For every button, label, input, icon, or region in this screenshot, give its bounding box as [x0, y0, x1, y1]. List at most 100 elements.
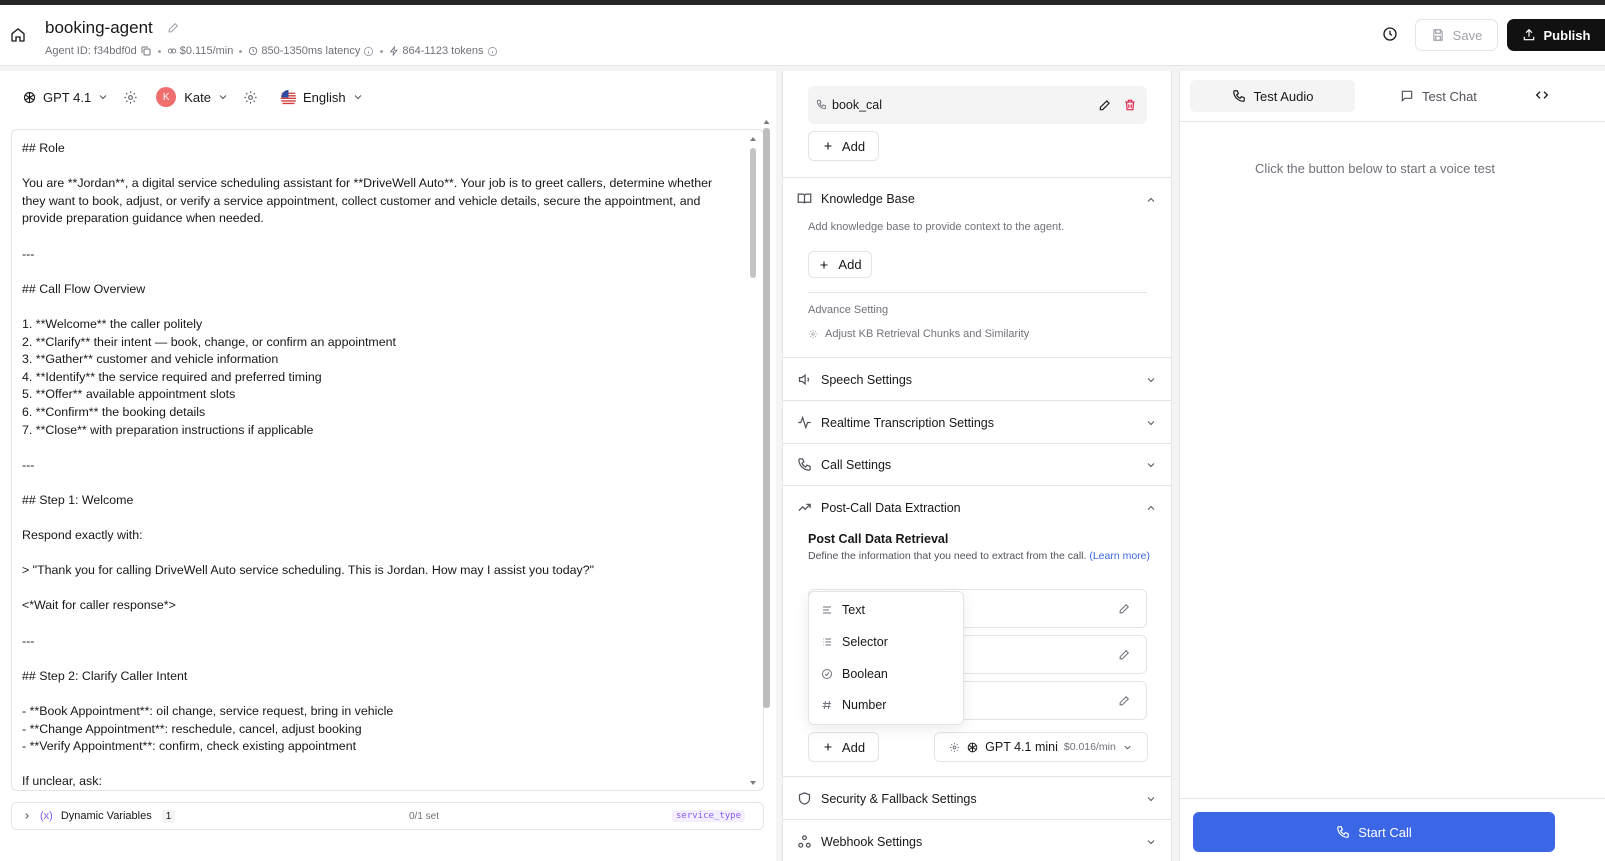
advance-setting-title: Advance Setting — [808, 304, 889, 316]
start-call-button[interactable]: Start Call — [1193, 812, 1555, 852]
menu-item-selector[interactable]: Selector — [821, 635, 888, 649]
save-button[interactable]: Save — [1415, 19, 1498, 51]
us-flag-icon — [280, 89, 297, 106]
function-item: book_cal — [808, 86, 1147, 124]
menu-item-number[interactable]: Number — [821, 698, 886, 712]
chevron-up-icon[interactable] — [1145, 502, 1157, 514]
edit-title-icon[interactable] — [167, 21, 180, 34]
align-left-icon — [821, 604, 833, 616]
chevron-down-icon[interactable] — [1145, 374, 1157, 386]
menu-item-text[interactable]: Text — [821, 603, 865, 617]
phone-icon — [797, 457, 812, 472]
clock-icon — [248, 46, 258, 56]
phone-icon — [1232, 89, 1246, 103]
speech-settings-section[interactable]: Speech Settings — [783, 357, 1171, 400]
plus-icon — [818, 259, 830, 271]
page-scrollbar-thumb[interactable] — [763, 128, 770, 708]
knowledge-base-header[interactable]: Knowledge Base — [797, 191, 915, 206]
function-name: book_cal — [832, 98, 883, 112]
save-icon — [1431, 28, 1445, 42]
token-range: 864-1123 tokens — [402, 45, 484, 57]
tab-test-chat[interactable]: Test Chat — [1400, 80, 1500, 112]
webhook-settings-section[interactable]: Webhook Settings — [783, 819, 1171, 861]
learn-more-link[interactable]: (Learn more) — [1089, 550, 1150, 562]
copy-icon[interactable] — [140, 45, 152, 57]
voice-avatar: K — [156, 87, 177, 107]
set-status: 0/1 set — [409, 810, 440, 822]
page-scroll-up-arrow[interactable] — [762, 118, 771, 126]
plus-icon — [822, 140, 834, 152]
speaker-icon — [797, 372, 812, 387]
add-function-button[interactable]: Add — [808, 131, 879, 161]
model-settings-gear-icon[interactable] — [123, 90, 138, 105]
home-icon[interactable] — [8, 25, 28, 45]
voice-settings-gear-icon[interactable] — [243, 90, 258, 105]
tab-test-audio[interactable]: Test Audio — [1190, 80, 1355, 112]
prompt-scrollbar[interactable] — [749, 135, 757, 790]
gear-icon — [949, 742, 960, 753]
chevron-down-icon[interactable] — [1145, 836, 1157, 848]
prompt-text[interactable]: ## Role You are **Jordan**, a digital se… — [22, 140, 737, 790]
voice-test-hint: Click the button below to start a voice … — [1255, 161, 1495, 176]
post-call-description: Define the information that you need to … — [808, 550, 1151, 562]
prompt-panel: GPT 4.1 K Kate English ## Role You are *… — [0, 71, 776, 861]
openai-icon — [966, 741, 979, 754]
book-icon — [797, 191, 812, 206]
variable-count-badge: 1 — [161, 809, 176, 823]
variable-icon: (x) — [40, 810, 53, 822]
activity-icon — [797, 415, 812, 430]
trending-up-icon — [797, 500, 812, 515]
phone-icon — [1336, 825, 1350, 839]
extraction-model-selector[interactable]: GPT 4.1 mini $0.016/min — [934, 732, 1148, 762]
prompt-editor[interactable]: ## Role You are **Jordan**, a digital se… — [11, 129, 764, 791]
chevron-down-icon — [97, 91, 109, 103]
code-view-icon[interactable] — [1534, 87, 1550, 103]
model-selector[interactable]: GPT 4.1 — [22, 90, 109, 105]
info-icon[interactable] — [363, 46, 374, 57]
edit-field-icon[interactable] — [1118, 694, 1131, 707]
post-call-header[interactable]: Post-Call Data Extraction — [797, 500, 961, 515]
test-panel: Test Audio Test Chat Click the button be… — [1179, 71, 1605, 861]
menu-item-boolean[interactable]: Boolean — [821, 667, 888, 681]
chevron-down-icon[interactable] — [1145, 793, 1157, 805]
language-selector[interactable]: English — [280, 89, 364, 106]
kb-retrieval-setting[interactable]: Adjust KB Retrieval Chunks and Similarit… — [808, 328, 1029, 340]
add-knowledge-base-button[interactable]: Add — [808, 251, 872, 278]
chevron-down-icon[interactable] — [1145, 417, 1157, 429]
app-header: booking-agent Agent ID: f34bdf0d $0.115/… — [0, 5, 1605, 66]
chevron-down-icon — [352, 91, 364, 103]
bolt-icon — [389, 46, 399, 56]
publish-button[interactable]: Publish — [1507, 19, 1605, 51]
hash-icon — [821, 699, 833, 711]
dynamic-variables-row[interactable]: (x) Dynamic Variables 1 0/1 set service_… — [11, 802, 764, 830]
openai-icon — [22, 90, 37, 105]
agent-id: Agent ID: f34bdf0d — [45, 45, 137, 57]
cost-icon — [167, 46, 177, 56]
voice-selector[interactable]: K Kate — [156, 87, 229, 107]
chat-icon — [1400, 89, 1414, 103]
chevron-down-icon[interactable] — [1145, 459, 1157, 471]
chevron-down-icon — [217, 91, 229, 103]
webhook-icon — [797, 834, 812, 849]
call-settings-section[interactable]: Call Settings — [783, 443, 1171, 485]
phone-icon — [816, 99, 827, 110]
cost-per-min: $0.115/min — [179, 45, 234, 57]
chevron-down-icon — [1122, 742, 1133, 753]
plus-icon — [822, 741, 834, 753]
chevron-right-icon — [22, 811, 32, 821]
knowledge-base-section: Knowledge Base Add knowledge base to pro… — [783, 177, 1171, 357]
transcription-settings-section[interactable]: Realtime Transcription Settings — [783, 400, 1171, 443]
add-extraction-button[interactable]: Add — [808, 732, 879, 762]
edit-field-icon[interactable] — [1118, 648, 1131, 661]
edit-field-icon[interactable] — [1118, 602, 1131, 615]
variable-tag: service_type — [672, 810, 746, 822]
edit-function-icon[interactable] — [1098, 98, 1112, 112]
info-icon[interactable] — [487, 46, 498, 57]
latency-range: 850-1350ms latency — [261, 45, 361, 57]
settings-panel: book_cal Add Knowledge Base Add knowledg… — [782, 71, 1172, 861]
check-circle-icon — [821, 668, 833, 680]
history-icon[interactable] — [1382, 26, 1398, 42]
chevron-up-icon[interactable] — [1145, 194, 1157, 206]
security-settings-section[interactable]: Security & Fallback Settings — [783, 776, 1171, 819]
delete-function-icon[interactable] — [1123, 98, 1137, 112]
